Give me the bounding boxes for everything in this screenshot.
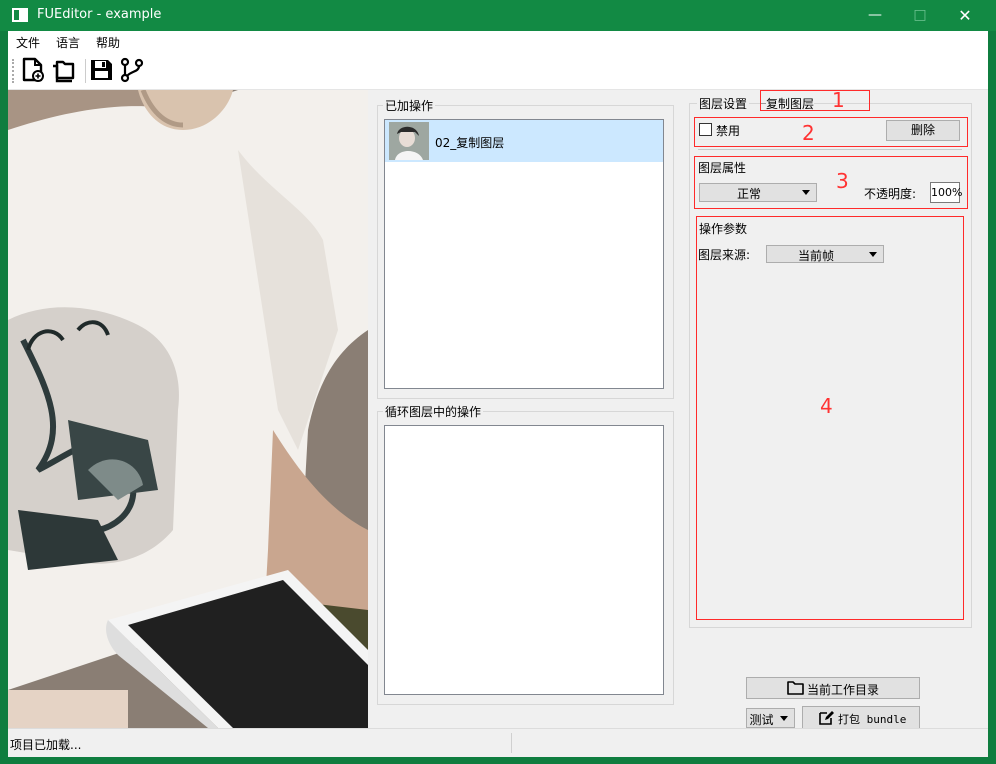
toolbar-grip[interactable] (12, 59, 16, 83)
mode-select[interactable]: 测试 (746, 708, 795, 728)
workdir-button[interactable]: 当前工作目录 (746, 677, 920, 699)
props-title: 图层属性 (698, 161, 747, 175)
annotation-box-1 (760, 90, 870, 111)
loop-ops-title: 循环图层中的操作 (383, 403, 484, 420)
added-ops-list[interactable]: 02_复制图层 (384, 119, 664, 389)
branch-icon[interactable] (119, 57, 147, 85)
chevron-down-icon (780, 716, 788, 721)
window-title: FUEditor - example (37, 7, 162, 22)
maximize-button[interactable]: □ (897, 0, 943, 31)
menu-help[interactable]: 帮助 (96, 34, 120, 51)
source-label: 图层来源: (698, 248, 751, 262)
close-button[interactable]: ✕ (942, 0, 988, 31)
folder-icon (787, 680, 804, 698)
disable-checkbox[interactable] (699, 123, 712, 136)
annotation-number-1: 1 (832, 88, 845, 112)
preview-image (8, 90, 368, 728)
status-bar: 项目已加载... (8, 728, 988, 757)
source-value: 当前帧 (797, 249, 834, 263)
annotation-number-3: 3 (836, 169, 849, 193)
toolbar (8, 53, 988, 90)
loop-ops-list[interactable] (384, 425, 664, 695)
opacity-label: 不透明度: (864, 187, 917, 201)
camera-preview (8, 90, 368, 728)
workdir-label: 当前工作目录 (807, 683, 880, 697)
menu-language[interactable]: 语言 (56, 34, 80, 51)
pack-bundle-button[interactable]: 打包 bundle (802, 706, 920, 729)
chevron-down-icon (802, 190, 810, 195)
app-icon (12, 8, 28, 22)
main-window: 文件 语言 帮助 已加操作 02_复制图层 循环图层中的操作 图层设置 复制图层… (8, 31, 988, 757)
status-divider (511, 733, 512, 753)
delete-button[interactable]: 删除 (886, 120, 960, 141)
disable-label: 禁用 (716, 124, 741, 138)
blend-mode-select[interactable]: 正常 (699, 183, 817, 202)
blend-mode-value: 正常 (736, 187, 761, 201)
save-icon[interactable] (88, 57, 116, 85)
minimize-button[interactable]: — (852, 0, 898, 31)
open-folder-icon[interactable] (51, 57, 79, 85)
title-bar[interactable]: FUEditor - example — □ ✕ (0, 0, 996, 31)
pack-label: 打包 bundle (838, 713, 907, 726)
source-select[interactable]: 当前帧 (766, 245, 884, 263)
status-text: 项目已加载... (10, 738, 82, 752)
opacity-input[interactable]: 100% (930, 182, 962, 203)
edit-icon (819, 710, 835, 728)
menu-bar: 文件 语言 帮助 (8, 31, 988, 53)
list-item[interactable]: 02_复制图层 (385, 120, 663, 162)
new-file-icon[interactable] (20, 57, 48, 85)
section-divider (698, 149, 962, 150)
layer-thumbnail (389, 122, 429, 160)
layer-settings-title: 图层设置 (697, 95, 750, 112)
added-ops-title: 已加操作 (383, 97, 436, 114)
chevron-down-icon (869, 252, 877, 257)
annotation-number-2: 2 (802, 121, 815, 145)
toolbar-separator (85, 59, 86, 83)
menu-file[interactable]: 文件 (16, 34, 40, 51)
params-title: 操作参数 (699, 222, 748, 236)
annotation-number-4: 4 (820, 394, 833, 418)
mode-value: 测试 (749, 713, 774, 727)
list-item-label: 02_复制图层 (435, 136, 505, 150)
annotation-box-4 (696, 216, 964, 620)
